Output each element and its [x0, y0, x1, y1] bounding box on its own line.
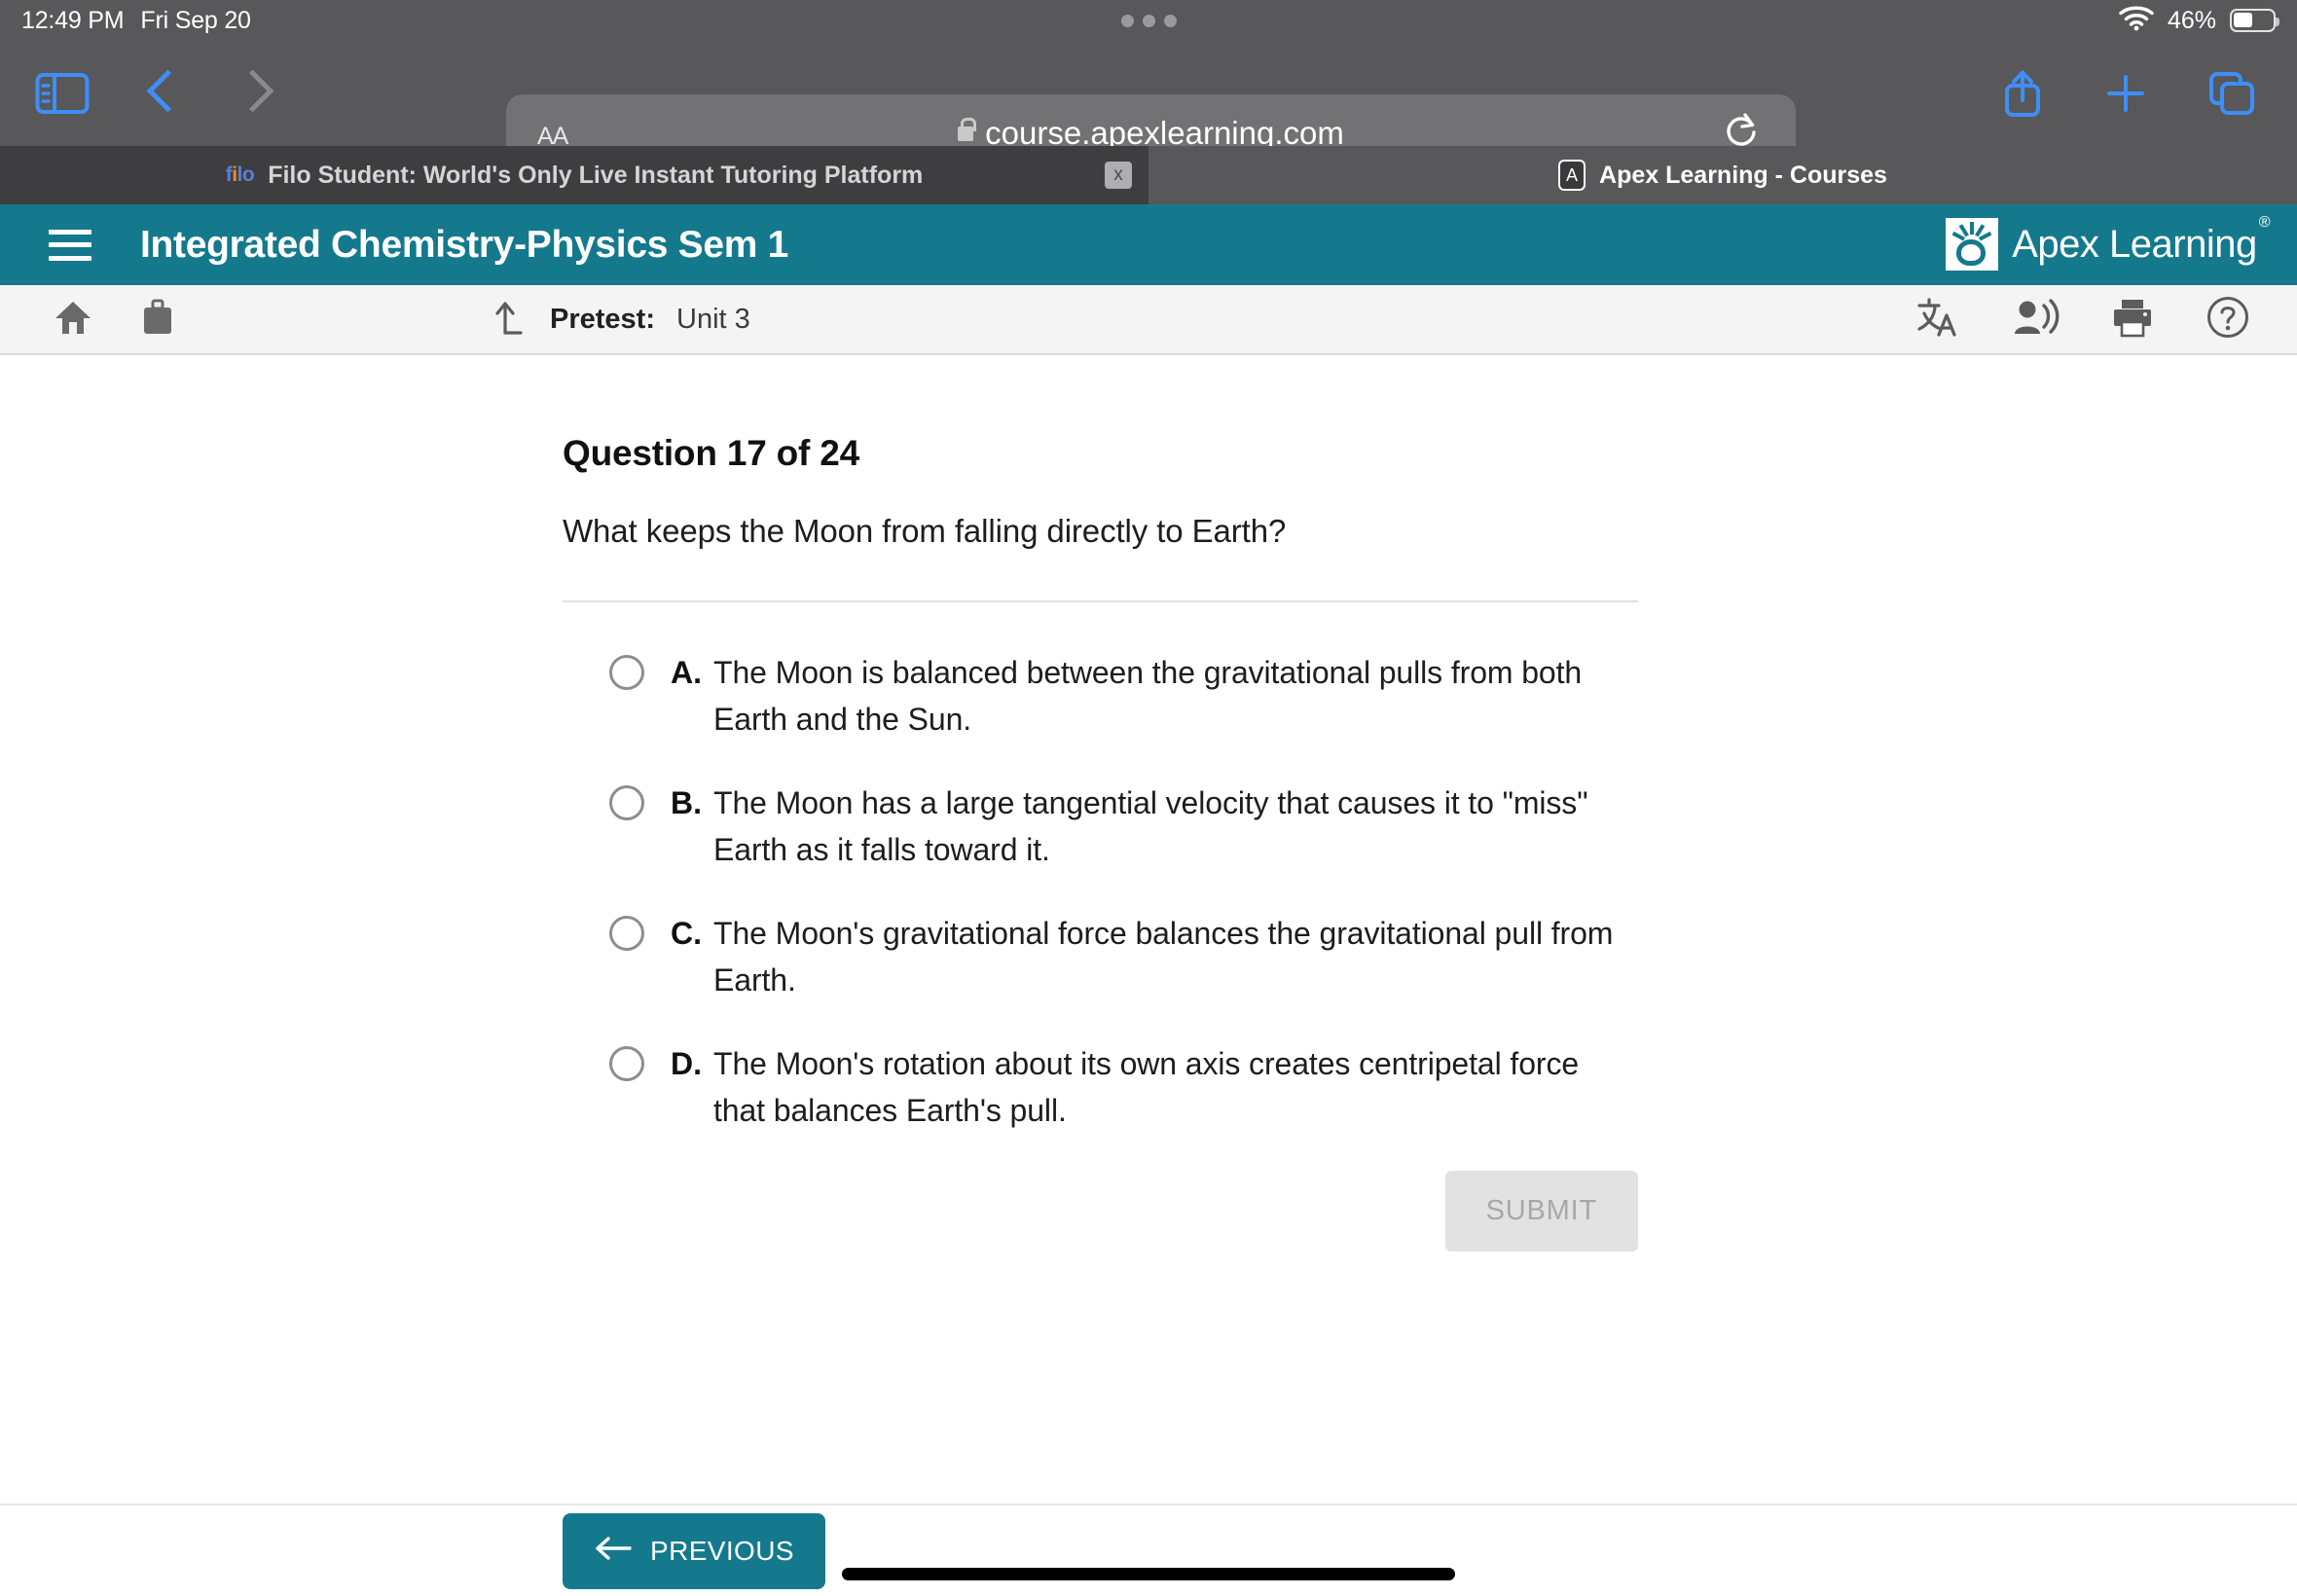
read-aloud-icon[interactable]: [2011, 297, 2060, 343]
submit-button[interactable]: SUBMIT: [1444, 1171, 1638, 1251]
choice-letter: A.: [671, 655, 702, 690]
briefcase-icon[interactable]: [139, 299, 176, 341]
chevron-left-icon[interactable]: [148, 67, 179, 120]
app-header: Integrated Chemistry-Physics Sem 1 Apex …: [0, 204, 2297, 285]
radio-button[interactable]: [609, 916, 644, 951]
help-circle-icon[interactable]: [2206, 295, 2250, 345]
up-level-arrow-icon[interactable]: [492, 298, 529, 342]
tab-title: Filo Student: World's Only Live Instant …: [268, 161, 924, 189]
choice-letter: C.: [671, 916, 702, 951]
breadcrumb: Pretest: Unit 3: [492, 298, 750, 342]
bottom-navigation: PREVIOUS: [0, 1504, 2297, 1596]
question-prompt: What keeps the Moon from falling directl…: [563, 513, 1287, 549]
status-bar-right: 46%: [2119, 0, 2279, 41]
home-indicator[interactable]: [842, 1568, 1455, 1580]
apex-learning-logo: Apex Learning ®: [1946, 214, 2271, 271]
divider: [563, 600, 1638, 602]
sidebar-icon[interactable]: [35, 72, 90, 115]
radio-button[interactable]: [609, 655, 644, 690]
previous-label: PREVIOUS: [650, 1536, 794, 1566]
safari-toolbar: AA course.apexlearning.com: [0, 41, 2297, 172]
wifi-icon: [2119, 5, 2154, 36]
choice-text: The Moon's gravitational force balances …: [713, 916, 1614, 998]
toolbar-left-icons: [0, 67, 269, 120]
choice-text: The Moon's rotation about its own axis c…: [713, 1046, 1580, 1128]
apex-logo-text: Apex Learning ®: [2012, 214, 2270, 266]
choice-letter: D.: [671, 1046, 702, 1081]
browser-tab-bar: filo Filo Student: World's Only Live Ins…: [0, 146, 2297, 204]
answer-choice-b[interactable]: B. The Moon has a large tangential veloc…: [609, 780, 1638, 873]
answer-choices: A. The Moon is balanced between the grav…: [563, 649, 1638, 1134]
answer-choice-a[interactable]: A. The Moon is balanced between the grav…: [609, 649, 1638, 743]
question-content: Question 17 of 24 What keeps the Moon fr…: [0, 357, 2297, 1504]
hamburger-menu-icon[interactable]: [49, 229, 91, 261]
browser-tab-apex[interactable]: A Apex Learning - Courses: [1148, 146, 2297, 204]
tabs-icon[interactable]: [2207, 70, 2256, 117]
page-title: Integrated Chemistry-Physics Sem 1: [140, 223, 789, 266]
battery-percent: 46%: [2167, 6, 2216, 34]
battery-fill: [2234, 13, 2252, 27]
sub-toolbar-actions: [1915, 295, 2250, 345]
battery-icon: [2230, 9, 2279, 32]
radio-button[interactable]: [609, 1046, 644, 1081]
choice-text: The Moon has a large tangential velocity…: [713, 785, 1588, 867]
dot-icon: [1142, 14, 1155, 27]
ios-status-bar: 12:49 PM Fri Sep 20 46%: [0, 0, 2297, 41]
share-icon[interactable]: [2001, 68, 2044, 119]
dot-icon: [1163, 14, 1177, 27]
close-icon[interactable]: x: [1105, 162, 1132, 189]
browser-tab-filo[interactable]: filo Filo Student: World's Only Live Ins…: [0, 146, 1148, 204]
breadcrumb-value: Unit 3: [676, 303, 750, 335]
translate-icon[interactable]: [1915, 296, 1960, 344]
chevron-right-icon[interactable]: [237, 67, 269, 120]
print-icon[interactable]: [2110, 297, 2155, 343]
choice-letter: B.: [671, 785, 702, 820]
choice-text: The Moon is balanced between the gravita…: [713, 655, 1583, 737]
plus-icon[interactable]: [2104, 72, 2147, 115]
dot-icon: [1120, 14, 1134, 27]
submit-row: SUBMIT: [563, 1171, 1638, 1251]
lock-icon: [958, 117, 977, 141]
apex-lightbulb-icon: [1946, 218, 1999, 271]
answer-choice-d[interactable]: D. The Moon's rotation about its own axi…: [609, 1040, 1638, 1134]
question-heading: Question 17 of 24: [563, 433, 860, 473]
arrow-left-icon: [594, 1535, 633, 1569]
answer-choice-c[interactable]: C. The Moon's gravitational force balanc…: [609, 910, 1638, 1003]
tab-title: Apex Learning - Courses: [1599, 161, 1887, 189]
apex-favicon: A: [1558, 160, 1586, 191]
question-panel: Question 17 of 24 What keeps the Moon fr…: [563, 357, 1638, 1251]
radio-button[interactable]: [609, 785, 644, 820]
status-center-dots: [0, 0, 2297, 41]
filo-favicon: filo: [225, 163, 255, 186]
previous-button[interactable]: PREVIOUS: [563, 1513, 825, 1589]
course-sub-toolbar: Pretest: Unit 3: [0, 285, 2297, 355]
home-icon[interactable]: [54, 299, 92, 341]
toolbar-right-icons: [2001, 41, 2256, 146]
page-root: 12:49 PM Fri Sep 20 46% AA course.apexle…: [0, 0, 2297, 1596]
breadcrumb-label: Pretest:: [550, 303, 655, 335]
